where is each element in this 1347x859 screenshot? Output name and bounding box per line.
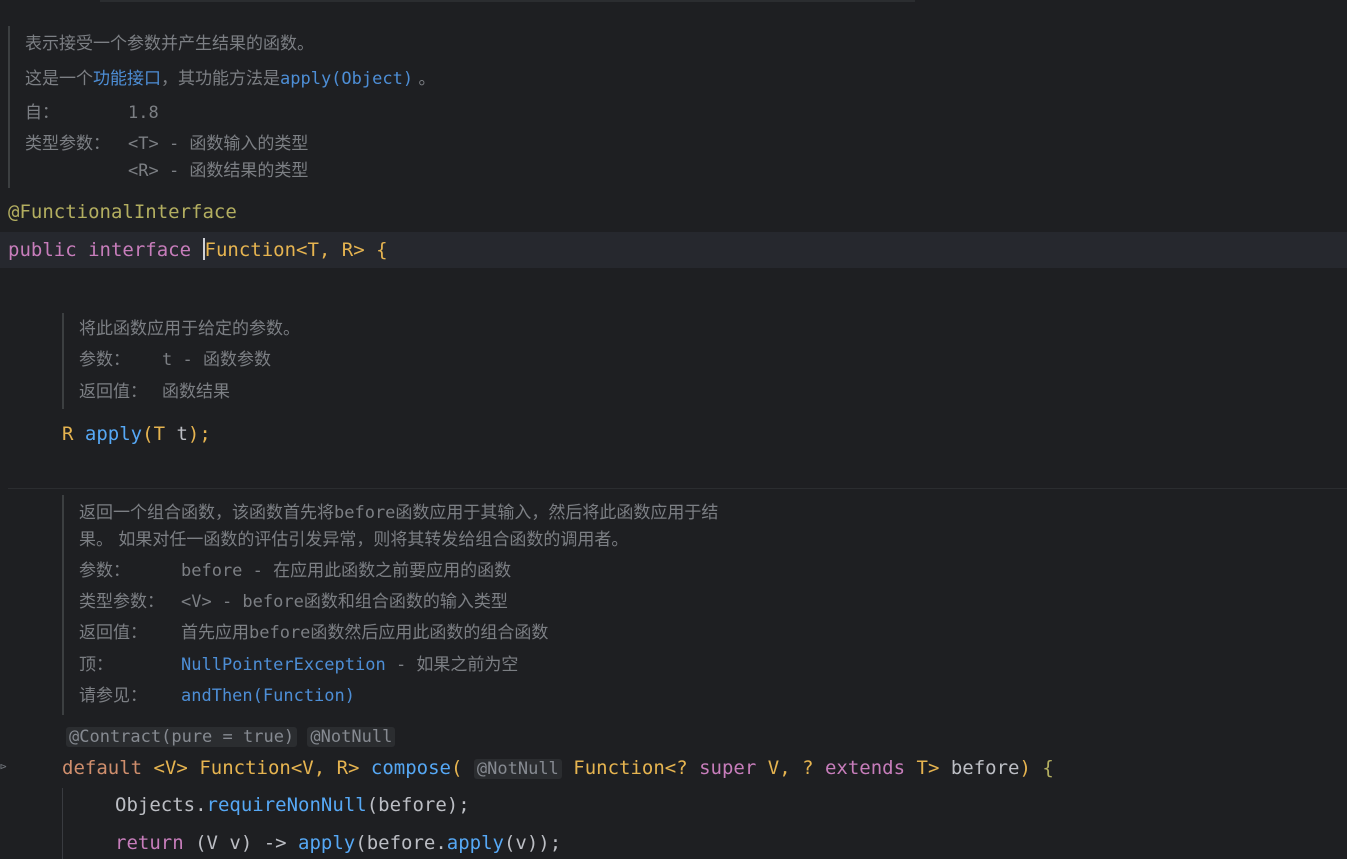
apply-method-declaration[interactable]: R apply(T t); bbox=[62, 422, 211, 446]
apply-method-name[interactable]: apply bbox=[85, 423, 142, 445]
doc-typeparams-label: 类型参数： bbox=[25, 134, 110, 154]
doc-compose-throws: NullPointerException - 如果之前为空 bbox=[181, 655, 519, 675]
doc-compose-param: before - 在应用此函数之前要应用的函数 bbox=[181, 561, 512, 581]
gutter-implement-icon[interactable]: ⊳ bbox=[0, 760, 8, 774]
scroll-tab-strip bbox=[100, 0, 915, 2]
doc-apply-returns-text: 函数结果 bbox=[162, 382, 230, 402]
interface-declaration[interactable]: public interface Function<T, R> { bbox=[8, 238, 388, 262]
compose-method-name[interactable]: compose bbox=[371, 757, 451, 779]
link-functional-interface[interactable]: 功能接口 bbox=[93, 69, 161, 89]
contract-annotation: @Contract(pure = true) bbox=[66, 727, 298, 747]
param-notnull-annotation: @NotNull bbox=[473, 759, 562, 779]
link-null-pointer-exception[interactable]: NullPointerException bbox=[181, 655, 386, 675]
javadoc-class bbox=[8, 26, 10, 188]
doc-class-line2: 这是一个功能接口，其功能方法是apply(Object) 。 bbox=[25, 69, 436, 89]
doc-compose-returns-label: 返回值： bbox=[79, 623, 147, 643]
link-and-then-function[interactable]: andThen(Function) bbox=[181, 685, 355, 707]
notnull-annotation: @NotNull bbox=[307, 727, 396, 747]
javadoc-apply bbox=[62, 313, 64, 409]
indent-guide bbox=[62, 788, 63, 859]
compose-method-declaration[interactable]: default <V> Function<V, R> compose( @Not… bbox=[62, 756, 1054, 781]
method-separator bbox=[8, 488, 1347, 489]
require-non-null-statement[interactable]: Objects.requireNonNull(before); bbox=[115, 793, 470, 817]
interface-name[interactable]: Function bbox=[205, 239, 297, 261]
doc-since-label: 自： bbox=[25, 103, 59, 123]
doc-compose-line1: 返回一个组合函数，该函数首先将before函数应用于其输入，然后将此函数应用于结 bbox=[79, 503, 719, 523]
doc-compose-params-label: 参数： bbox=[79, 561, 130, 581]
doc-compose-throws-label: 顶： bbox=[79, 655, 113, 675]
editor-top-edge bbox=[0, 0, 1347, 4]
compose-annotations: @Contract(pure = true) @NotNull bbox=[66, 725, 396, 749]
doc-apply-param: t - 函数参数 bbox=[162, 350, 271, 370]
link-apply-object[interactable]: apply(Object) bbox=[280, 69, 413, 89]
annotation-functional-interface: @FunctionalInterface bbox=[8, 201, 237, 223]
doc-compose-typeparams-label: 类型参数： bbox=[79, 592, 164, 612]
doc-apply-returns-label: 返回值： bbox=[79, 382, 147, 402]
doc-apply-summary: 将此函数应用于给定的参数。 bbox=[79, 319, 300, 339]
doc-class-summary: 表示接受一个参数并产生结果的函数。 bbox=[25, 34, 314, 54]
return-statement[interactable]: return (V v) -> apply(before.apply(v)); bbox=[115, 831, 561, 855]
doc-typeparam-r: <R> - 函数结果的类型 bbox=[128, 161, 309, 181]
doc-apply-params-label: 参数： bbox=[79, 350, 130, 370]
javadoc-compose bbox=[62, 495, 64, 715]
doc-compose-typeparam: <V> - before函数和组合函数的输入类型 bbox=[181, 592, 508, 612]
doc-compose-line2: 果。 如果对任一函数的评估引发异常，则将其转发给组合函数的调用者。 bbox=[79, 530, 629, 550]
doc-typeparam-t: <T> - 函数输入的类型 bbox=[128, 134, 309, 154]
doc-since-value: 1.8 bbox=[128, 103, 159, 123]
doc-compose-returns: 首先应用before函数然后应用此函数的组合函数 bbox=[181, 623, 549, 643]
doc-compose-see-label: 请参见： bbox=[79, 686, 147, 706]
